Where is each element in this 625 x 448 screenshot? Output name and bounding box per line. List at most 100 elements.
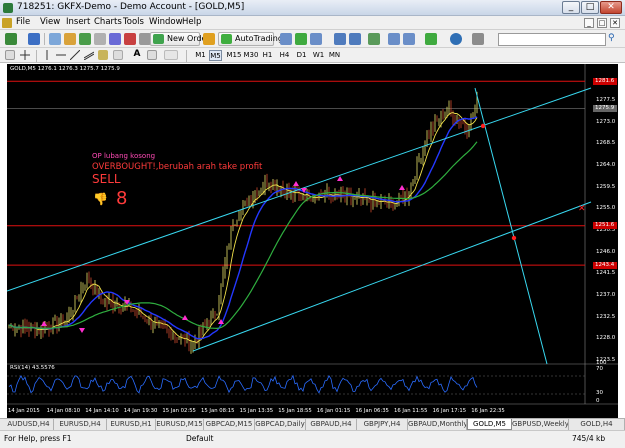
- chart-tab-gbpcad-daily[interactable]: GBPCAD,Daily: [255, 419, 306, 430]
- price-axis-label: 1232.5: [596, 313, 616, 320]
- menu-window[interactable]: Window: [149, 17, 183, 27]
- rsi-level-label: 30: [596, 390, 603, 396]
- fibonacci-icon[interactable]: [98, 50, 108, 60]
- chart-tab-gbpcad-m15[interactable]: GBPCAD,M15: [204, 419, 255, 430]
- time-axis-label: 15 Jan 13:35: [239, 408, 274, 414]
- chart-window-icon[interactable]: [2, 18, 12, 28]
- chart-tab-eurusd-m15[interactable]: EURUSD,M15: [156, 419, 204, 430]
- signal-arrow-up: [293, 181, 299, 186]
- toolbar-separator: [36, 50, 37, 62]
- chart-tab-eurusd-h4[interactable]: EURUSD,H4: [54, 419, 107, 430]
- menu-file[interactable]: File: [16, 17, 30, 27]
- chart-tab-gold-h4[interactable]: GOLD,H4: [569, 419, 625, 430]
- navigator-icon[interactable]: [79, 33, 91, 45]
- chart-tab-gbpaud-h4[interactable]: GBPAUD,H4: [306, 419, 357, 430]
- timeframe-h4-button[interactable]: H4: [278, 50, 291, 61]
- menu-charts[interactable]: Charts: [94, 17, 122, 27]
- tester-icon[interactable]: [109, 33, 121, 45]
- timeframe-m30-button[interactable]: M30: [243, 50, 259, 61]
- arrows-icon[interactable]: [164, 50, 178, 60]
- editor-icon[interactable]: [124, 33, 136, 45]
- price-chart[interactable]: ✕ GOLD,M5 1276.1 1276.3 1275.7 1275.9 OP…: [7, 64, 618, 418]
- mdi-restore-button[interactable]: □: [597, 18, 607, 28]
- menu-insert[interactable]: Insert: [66, 17, 90, 27]
- timeframe-m5-button[interactable]: M5: [209, 50, 222, 61]
- mdi-minimize-button[interactable]: _: [584, 18, 594, 28]
- text-icon[interactable]: A: [132, 48, 142, 60]
- search-input[interactable]: [498, 33, 606, 46]
- time-axis-label: 16 Jan 17:15: [432, 408, 467, 414]
- time-axis-label: 14 Jan 19:30: [123, 408, 158, 414]
- mdi-close-button[interactable]: ✕: [610, 18, 620, 28]
- menu-tools[interactable]: Tools: [123, 17, 144, 27]
- time-axis-label: 15 Jan 02:55: [162, 408, 196, 414]
- horizontal-line-icon[interactable]: [56, 50, 66, 60]
- chart-shift-icon[interactable]: [403, 33, 415, 45]
- app-icon: [3, 3, 13, 13]
- timeframe-d1-button[interactable]: D1: [295, 50, 308, 61]
- candlestick-icon[interactable]: [295, 33, 307, 45]
- tile-windows-icon[interactable]: [368, 33, 380, 45]
- vertical-line-icon[interactable]: [42, 50, 52, 60]
- rsi-title: RSI(14) 43.5576: [10, 365, 55, 371]
- intersection-marker: [480, 123, 486, 129]
- text-label-icon[interactable]: [147, 50, 157, 60]
- chart-tab-gbpaud-monthly[interactable]: GBPAUD,Monthly: [408, 419, 467, 430]
- data-window-icon[interactable]: [64, 33, 76, 45]
- time-axis-label: 15 Jan 08:15: [201, 408, 235, 414]
- maximize-button[interactable]: □: [581, 1, 599, 14]
- status-profile: Default: [186, 434, 214, 443]
- search-icon[interactable]: ⚲: [608, 33, 621, 46]
- time-axis-label: 16 Jan 22:35: [471, 408, 505, 414]
- timeframe-toolbar: A M1 M5 M15 M30 H1 H4 D1 W1 MN: [0, 48, 625, 63]
- status-bar: For Help, press F1 Default 745/4 kb: [0, 430, 625, 448]
- terminal-icon[interactable]: [94, 33, 106, 45]
- new-chart-icon[interactable]: [5, 33, 17, 45]
- rsi-scale-label: 0: [596, 398, 600, 404]
- menu-help[interactable]: Help: [182, 17, 201, 27]
- price-axis-label: 1277.5: [596, 97, 616, 103]
- timeframe-mn-button[interactable]: MN: [328, 50, 341, 61]
- chart-tab-audusd-h4[interactable]: AUDUSD,H4: [4, 419, 54, 430]
- zoom-out-icon[interactable]: [349, 33, 361, 45]
- crosshair-icon[interactable]: [20, 50, 30, 60]
- bar-chart-icon[interactable]: [280, 33, 292, 45]
- chart-tab-gold-m5[interactable]: GOLD,M5: [467, 419, 512, 430]
- cursor-icon[interactable]: [5, 50, 15, 60]
- rectangle-icon[interactable]: [113, 50, 123, 60]
- indicators-icon[interactable]: [425, 33, 437, 45]
- timeframe-m1-button[interactable]: M1: [194, 50, 207, 61]
- zoom-in-icon[interactable]: [334, 33, 346, 45]
- chart-tab-gbpjpy-h4[interactable]: GBPJPY,H4: [357, 419, 408, 430]
- status-traffic: 745/4 kb: [572, 434, 606, 443]
- new-order-button[interactable]: New Order: [150, 32, 210, 46]
- price-axis-label: 1255.0: [596, 205, 616, 212]
- timeframe-w1-button[interactable]: W1: [312, 50, 325, 61]
- timeframe-m15-button[interactable]: M15: [226, 50, 242, 61]
- minimize-button[interactable]: _: [562, 1, 580, 14]
- menu-view[interactable]: View: [40, 17, 60, 27]
- close-button[interactable]: ✕: [600, 1, 622, 14]
- new-order-icon: [153, 34, 164, 44]
- title-bar: 718251: GKFX-Demo - Demo Account - [GOLD…: [0, 0, 625, 16]
- rsi-line: [8, 374, 478, 394]
- autotrading-button[interactable]: AutoTrading: [218, 32, 283, 46]
- profiles-icon[interactable]: [28, 33, 40, 45]
- line-chart-icon[interactable]: [310, 33, 322, 45]
- price-axis-label: 1268.5: [596, 140, 616, 147]
- chart-tab-eurusd-h1[interactable]: EURUSD,H1: [107, 419, 156, 430]
- symbol-header: GOLD,M5 1276.1 1276.3 1275.7 1275.9: [10, 66, 120, 72]
- templates-icon[interactable]: [472, 33, 484, 45]
- price-axis-label: 1259.5: [596, 183, 616, 190]
- thumb-down-icon: 👎: [93, 192, 108, 206]
- channel-icon[interactable]: [83, 50, 95, 61]
- trendline-icon[interactable]: [69, 49, 81, 61]
- cross-marker: ✕: [578, 204, 586, 214]
- metaeditor-icon[interactable]: [203, 33, 215, 45]
- period-icon[interactable]: [450, 33, 462, 45]
- market-watch-icon[interactable]: [49, 33, 61, 45]
- chart-tab-gbpusd-weekly[interactable]: GBPUSD,Weekly: [512, 419, 569, 430]
- timeframe-h1-button[interactable]: H1: [261, 50, 274, 61]
- price-axis-label: 1273.0: [596, 118, 616, 125]
- auto-scroll-icon[interactable]: [388, 33, 400, 45]
